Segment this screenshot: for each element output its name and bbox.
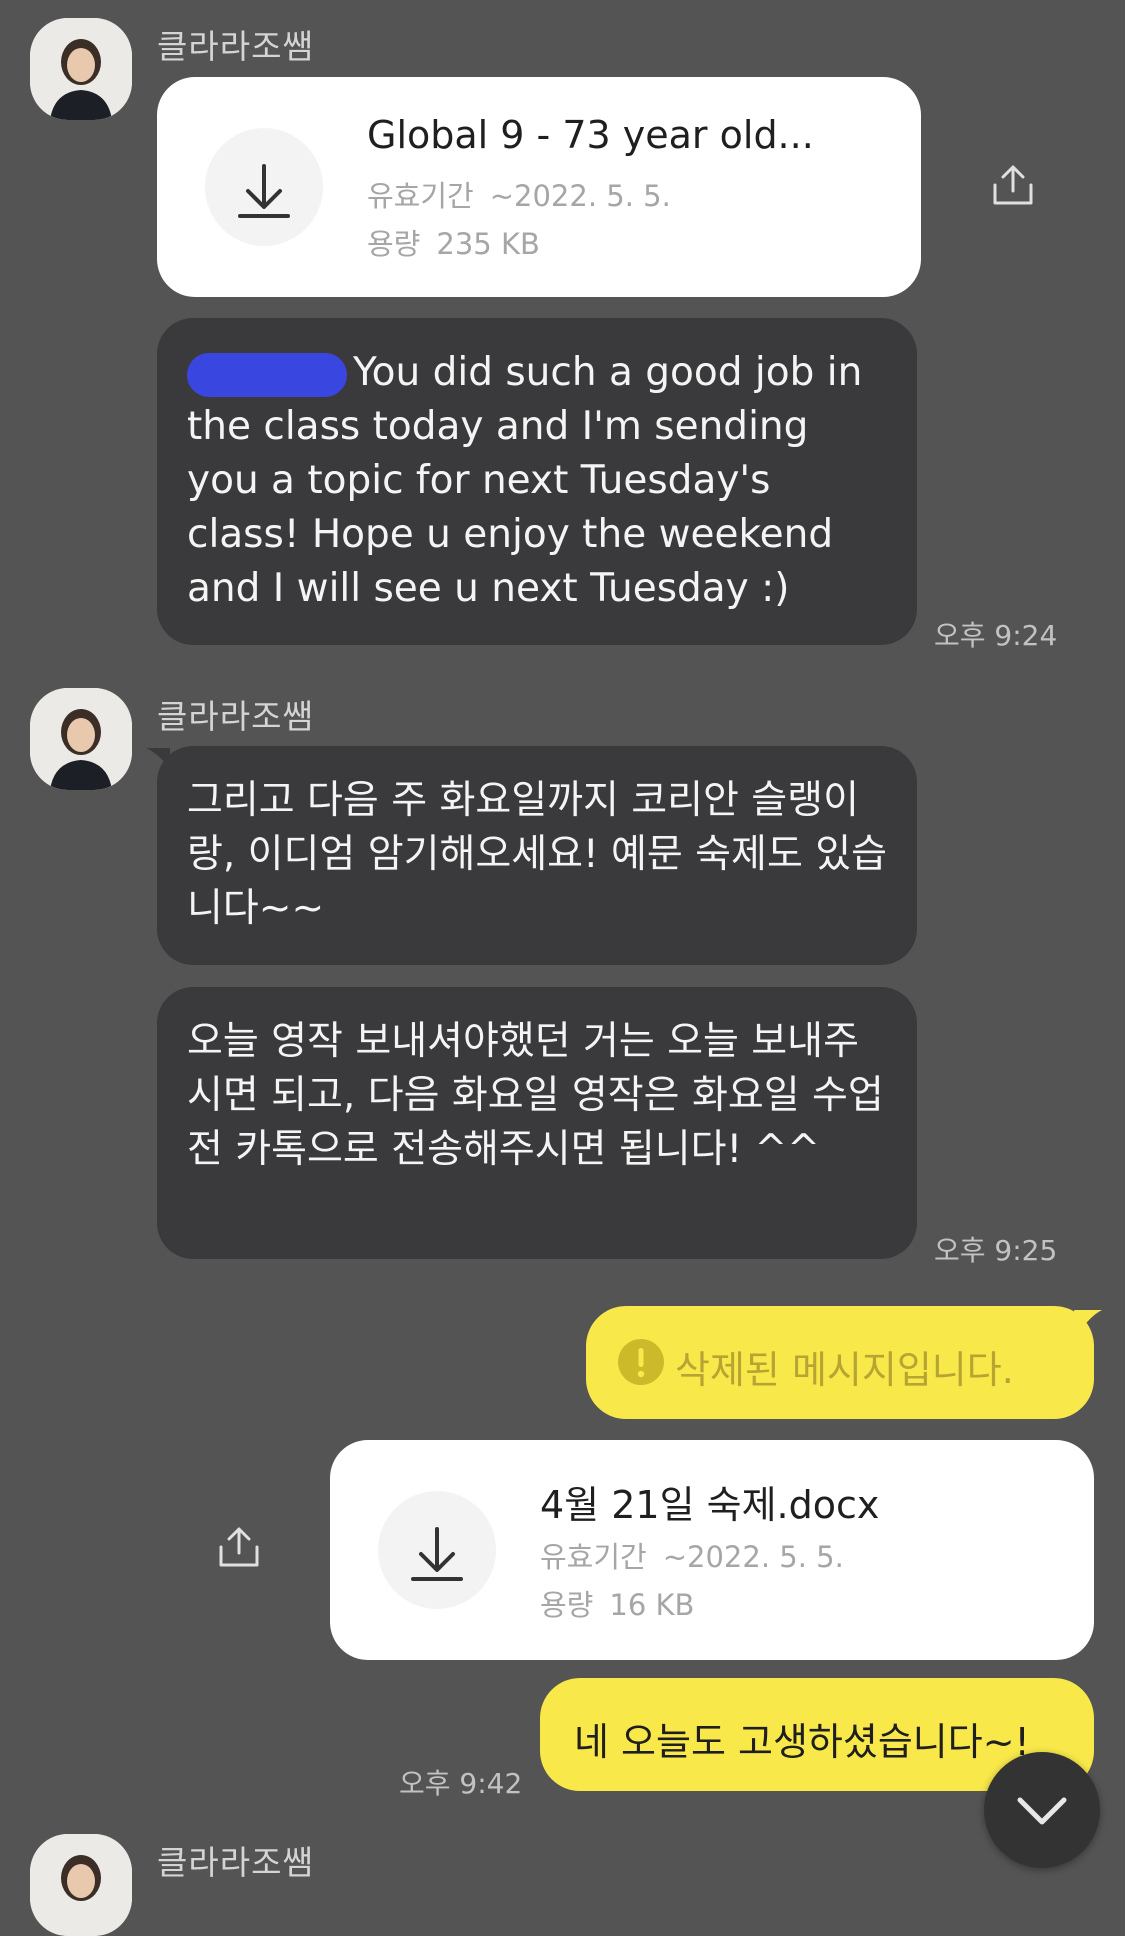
- size-value: 235 KB: [436, 227, 540, 261]
- avatar[interactable]: [30, 688, 132, 790]
- message-text: 네 오늘도 고생하셨습니다~!: [574, 1720, 1030, 1764]
- expiry-value: ~2022. 5. 5.: [662, 1540, 844, 1574]
- avatar-photo: [30, 688, 132, 790]
- avatar-photo: [30, 18, 132, 120]
- share-button[interactable]: [990, 163, 1036, 209]
- redaction-scribble: [187, 352, 347, 397]
- sender-name: 클라라조쌤: [157, 1843, 314, 1882]
- message-time: 오후 9:42: [399, 1767, 523, 1800]
- file-size: 용량 16 KB: [540, 1582, 694, 1624]
- message-bubble[interactable]: You did such a good job in the class tod…: [157, 318, 917, 645]
- size-label: 용량: [540, 1588, 594, 1622]
- share-button[interactable]: [216, 1525, 262, 1571]
- file-expiry: 유효기간 ~2022. 5. 5.: [540, 1534, 844, 1576]
- size-value: 16 KB: [609, 1588, 695, 1622]
- file-attachment-card[interactable]: 4월 21일 숙제.docx 유효기간 ~2022. 5. 5. 용량 16 KB: [330, 1440, 1094, 1660]
- scroll-to-bottom-button[interactable]: [984, 1752, 1100, 1868]
- message-time: 오후 9:25: [934, 1234, 1058, 1267]
- size-label: 용량: [367, 227, 421, 261]
- download-button[interactable]: [378, 1491, 496, 1609]
- avatar[interactable]: [30, 1834, 132, 1936]
- sender-name: 클라라조쌤: [157, 697, 314, 736]
- download-button[interactable]: [205, 128, 323, 246]
- expiry-label: 유효기간: [367, 179, 474, 213]
- file-attachment-card[interactable]: Global 9 - 73 year old... 유효기간 ~2022. 5. …: [157, 77, 921, 297]
- file-name: Global 9 - 73 year old...: [367, 113, 814, 157]
- message-time: 오후 9:24: [934, 619, 1058, 652]
- chevron-down-icon: [1017, 1797, 1067, 1825]
- expiry-value: ~2022. 5. 5.: [489, 179, 671, 213]
- message-text: 오늘 영작 보내셔야했던 거는 오늘 보내주시면 되고, 다음 화요일 영작은 …: [187, 1019, 884, 1172]
- sender-name: 클라라조쌤: [157, 27, 314, 66]
- file-expiry: 유효기간 ~2022. 5. 5.: [367, 173, 671, 215]
- file-name: 4월 21일 숙제.docx: [540, 1483, 880, 1527]
- download-icon: [411, 1527, 463, 1581]
- share-icon: [993, 165, 1033, 205]
- deleted-message-bubble[interactable]: 삭제된 메시지입니다.: [586, 1306, 1094, 1419]
- message-text: 그리고 다음 주 화요일까지 코리안 슬랭이랑, 이디엄 암기해오세요! 예문 …: [187, 778, 887, 931]
- message-bubble[interactable]: 오늘 영작 보내셔야했던 거는 오늘 보내주시면 되고, 다음 화요일 영작은 …: [157, 987, 917, 1259]
- expiry-label: 유효기간: [540, 1540, 647, 1574]
- file-size: 용량 235 KB: [367, 221, 540, 263]
- deleted-message-text: 삭제된 메시지입니다.: [675, 1348, 1014, 1392]
- avatar-photo: [30, 1834, 132, 1936]
- download-icon: [238, 164, 290, 218]
- alert-icon: [618, 1339, 664, 1385]
- avatar[interactable]: [30, 18, 132, 120]
- share-icon: [219, 1527, 259, 1567]
- message-bubble[interactable]: 그리고 다음 주 화요일까지 코리안 슬랭이랑, 이디엄 암기해오세요! 예문 …: [157, 746, 917, 965]
